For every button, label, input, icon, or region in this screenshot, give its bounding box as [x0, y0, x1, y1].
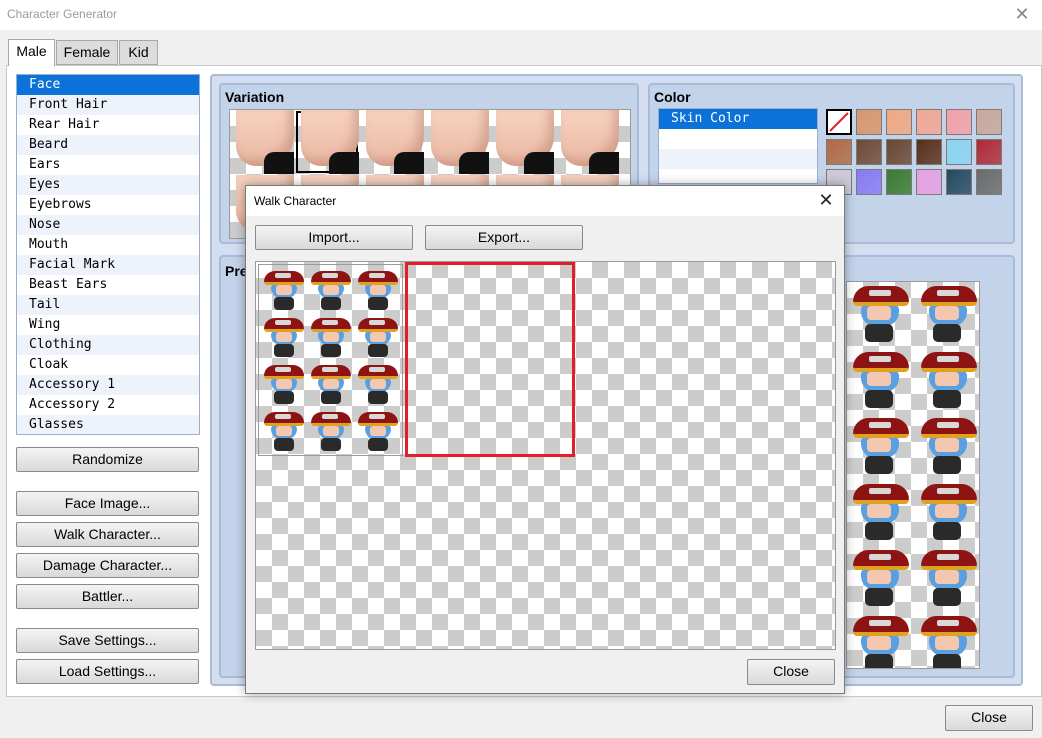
dialog-close-button[interactable]: Close [747, 659, 835, 685]
walk-sprite-frame [308, 408, 354, 454]
battler-button[interactable]: Battler... [16, 584, 199, 609]
preview-sprite [847, 546, 911, 610]
tab-male[interactable]: Male [8, 39, 55, 66]
variation-tile[interactable] [490, 110, 554, 174]
parts-list-item[interactable]: Accessory 2 [17, 395, 199, 415]
walk-sprite-frame [261, 314, 307, 360]
walk-sprite-frame [261, 408, 307, 454]
tab-female[interactable]: Female [56, 40, 118, 65]
color-swatch[interactable] [886, 139, 912, 165]
color-label: Color [654, 89, 691, 105]
face-image-button[interactable]: Face Image... [16, 491, 199, 516]
color-part-list[interactable]: Skin Color [658, 108, 818, 184]
color-swatch[interactable] [916, 169, 942, 195]
color-swatch[interactable] [946, 109, 972, 135]
variation-tile[interactable] [360, 110, 424, 174]
walk-sprite-frame [308, 314, 354, 360]
color-list-empty-row [659, 149, 817, 169]
walk-sprite-frame [308, 267, 354, 313]
variation-tile[interactable] [555, 110, 619, 174]
walk-sprite-frame [355, 408, 401, 454]
parts-list-item[interactable]: Front Hair [17, 95, 199, 115]
color-list-empty-row [659, 129, 817, 149]
no-color-swatch[interactable] [826, 109, 852, 135]
parts-list-item[interactable]: Beard [17, 135, 199, 155]
parts-list[interactable]: Face Front Hair Rear Hair Beard Ears Eyes Eyeb… [16, 74, 200, 435]
preview-sprite [915, 414, 979, 478]
parts-list-item[interactable]: Facial Mark [17, 255, 199, 275]
walk-sprite-frame [355, 361, 401, 407]
parts-list-item[interactable]: Wing [17, 315, 199, 335]
parts-list-item[interactable]: Mouth [17, 235, 199, 255]
color-swatch[interactable] [916, 109, 942, 135]
variation-tile[interactable] [425, 110, 489, 174]
walk-character-button[interactable]: Walk Character... [16, 522, 199, 547]
preview-sprite [847, 612, 911, 668]
close-button[interactable]: Close [945, 705, 1033, 731]
color-swatch[interactable] [856, 109, 882, 135]
save-settings-button[interactable]: Save Settings... [16, 628, 199, 653]
export-button[interactable]: Export... [425, 225, 583, 250]
selection-highlight [405, 262, 575, 457]
tab-kid[interactable]: Kid [119, 40, 158, 65]
parts-list-item[interactable]: Beast Ears [17, 275, 199, 295]
color-swatch[interactable] [976, 139, 1002, 165]
dialog-close-icon[interactable]: ✕ [816, 190, 836, 211]
color-swatch[interactable] [946, 139, 972, 165]
color-swatch[interactable] [946, 169, 972, 195]
parts-list-item[interactable]: Nose [17, 215, 199, 235]
color-swatch[interactable] [976, 169, 1002, 195]
parts-list-item[interactable]: Cloak [17, 355, 199, 375]
walk-character-dialog: Walk Character ✕ Import... Export... Clo… [245, 185, 845, 694]
preview-sprite [847, 414, 911, 478]
parts-list-item[interactable]: Face [17, 75, 199, 95]
color-swatch[interactable] [826, 139, 852, 165]
color-swatch[interactable] [856, 139, 882, 165]
color-swatch[interactable] [856, 169, 882, 195]
color-swatch[interactable] [976, 109, 1002, 135]
preview-sprite [847, 348, 911, 412]
color-swatch[interactable] [916, 139, 942, 165]
preview-image [846, 281, 980, 669]
preview-sprite [915, 612, 979, 668]
preview-sprite [915, 480, 979, 544]
parts-list-item[interactable]: Clothing [17, 335, 199, 355]
parts-list-item[interactable]: Accessory 1 [17, 375, 199, 395]
variation-tile[interactable] [295, 110, 359, 174]
window-titlebar: Character Generator ✕ [0, 0, 1042, 30]
dialog-title: Walk Character [254, 194, 337, 208]
parts-list-item[interactable]: Eyebrows [17, 195, 199, 215]
preview-sprite [847, 282, 911, 346]
color-item-skin[interactable]: Skin Color [659, 109, 817, 129]
color-swatch[interactable] [886, 169, 912, 195]
preview-sprite [915, 348, 979, 412]
window-title: Character Generator [7, 7, 118, 21]
walk-sprite-frame [355, 314, 401, 360]
parts-list-item[interactable]: Eyes [17, 175, 199, 195]
preview-sprite [915, 546, 979, 610]
walk-sprite-frame [261, 267, 307, 313]
randomize-button[interactable]: Randomize [16, 447, 199, 472]
walk-sprite-frame [308, 361, 354, 407]
parts-list-item[interactable]: Ears [17, 155, 199, 175]
dialog-titlebar: Walk Character ✕ [246, 186, 844, 216]
preview-sprite [915, 282, 979, 346]
preview-sprite [847, 480, 911, 544]
parts-list-item[interactable]: Rear Hair [17, 115, 199, 135]
load-settings-button[interactable]: Load Settings... [16, 659, 199, 684]
variation-label: Variation [225, 89, 285, 105]
variation-tile[interactable] [230, 110, 294, 174]
walk-sprite-frame [261, 361, 307, 407]
import-button[interactable]: Import... [255, 225, 413, 250]
walk-sprite-frame [355, 267, 401, 313]
damage-character-button[interactable]: Damage Character... [16, 553, 199, 578]
window-close-icon[interactable]: ✕ [1012, 4, 1032, 24]
color-swatch[interactable] [886, 109, 912, 135]
parts-list-item[interactable]: Tail [17, 295, 199, 315]
character-block[interactable] [258, 264, 403, 456]
walk-sheet-canvas[interactable] [255, 261, 836, 650]
parts-list-item[interactable]: Glasses [17, 415, 199, 434]
